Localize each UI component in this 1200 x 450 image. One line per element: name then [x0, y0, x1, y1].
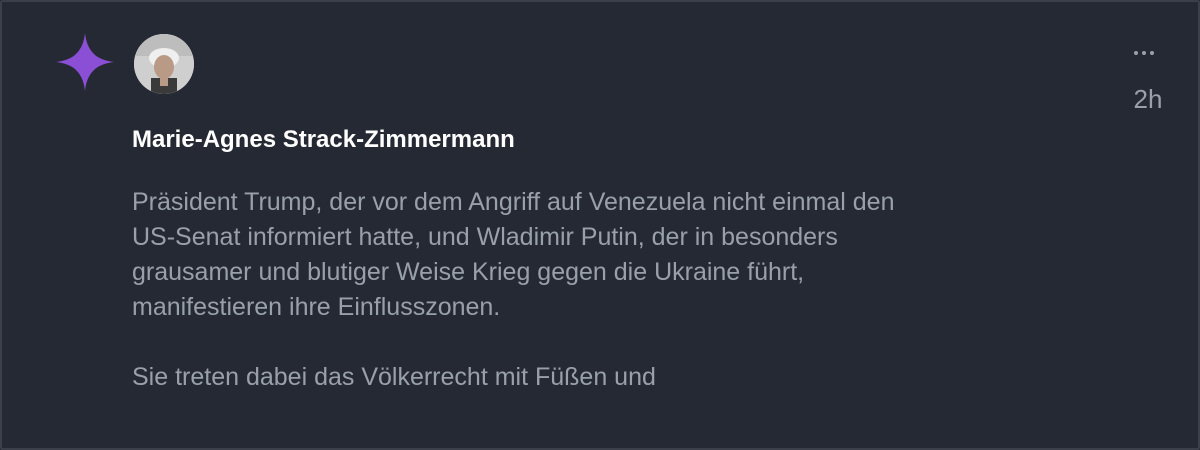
sparkle-icon: [56, 33, 114, 91]
post-text-line: Präsident Trump, der vor dem Angriff auf…: [132, 188, 895, 216]
more-dot-icon: [1134, 51, 1138, 55]
more-options-button[interactable]: [1124, 38, 1164, 68]
post-card[interactable]: 2h Marie-Agnes Strack-Zimmermann Präside…: [0, 0, 1200, 450]
avatar[interactable]: [134, 34, 194, 94]
post-text-line: Sie treten dabei das Völkerrecht mit Füß…: [132, 363, 656, 391]
avatar-portrait-icon: [134, 34, 194, 94]
post-text: Präsident Trump, der vor dem Angriff auf…: [132, 185, 1122, 395]
post-text-line: US-Senat informiert hatte, und Wladimir …: [132, 223, 838, 251]
post-text-line: grausamer und blutiger Weise Krieg gegen…: [132, 258, 805, 286]
author-name[interactable]: Marie-Agnes Strack-Zimmermann: [132, 124, 515, 156]
more-dot-icon: [1150, 51, 1154, 55]
more-dot-icon: [1142, 51, 1146, 55]
post-text-line: manifestieren ihre Einflusszonen.: [132, 293, 501, 321]
timestamp[interactable]: 2h: [1122, 84, 1174, 114]
